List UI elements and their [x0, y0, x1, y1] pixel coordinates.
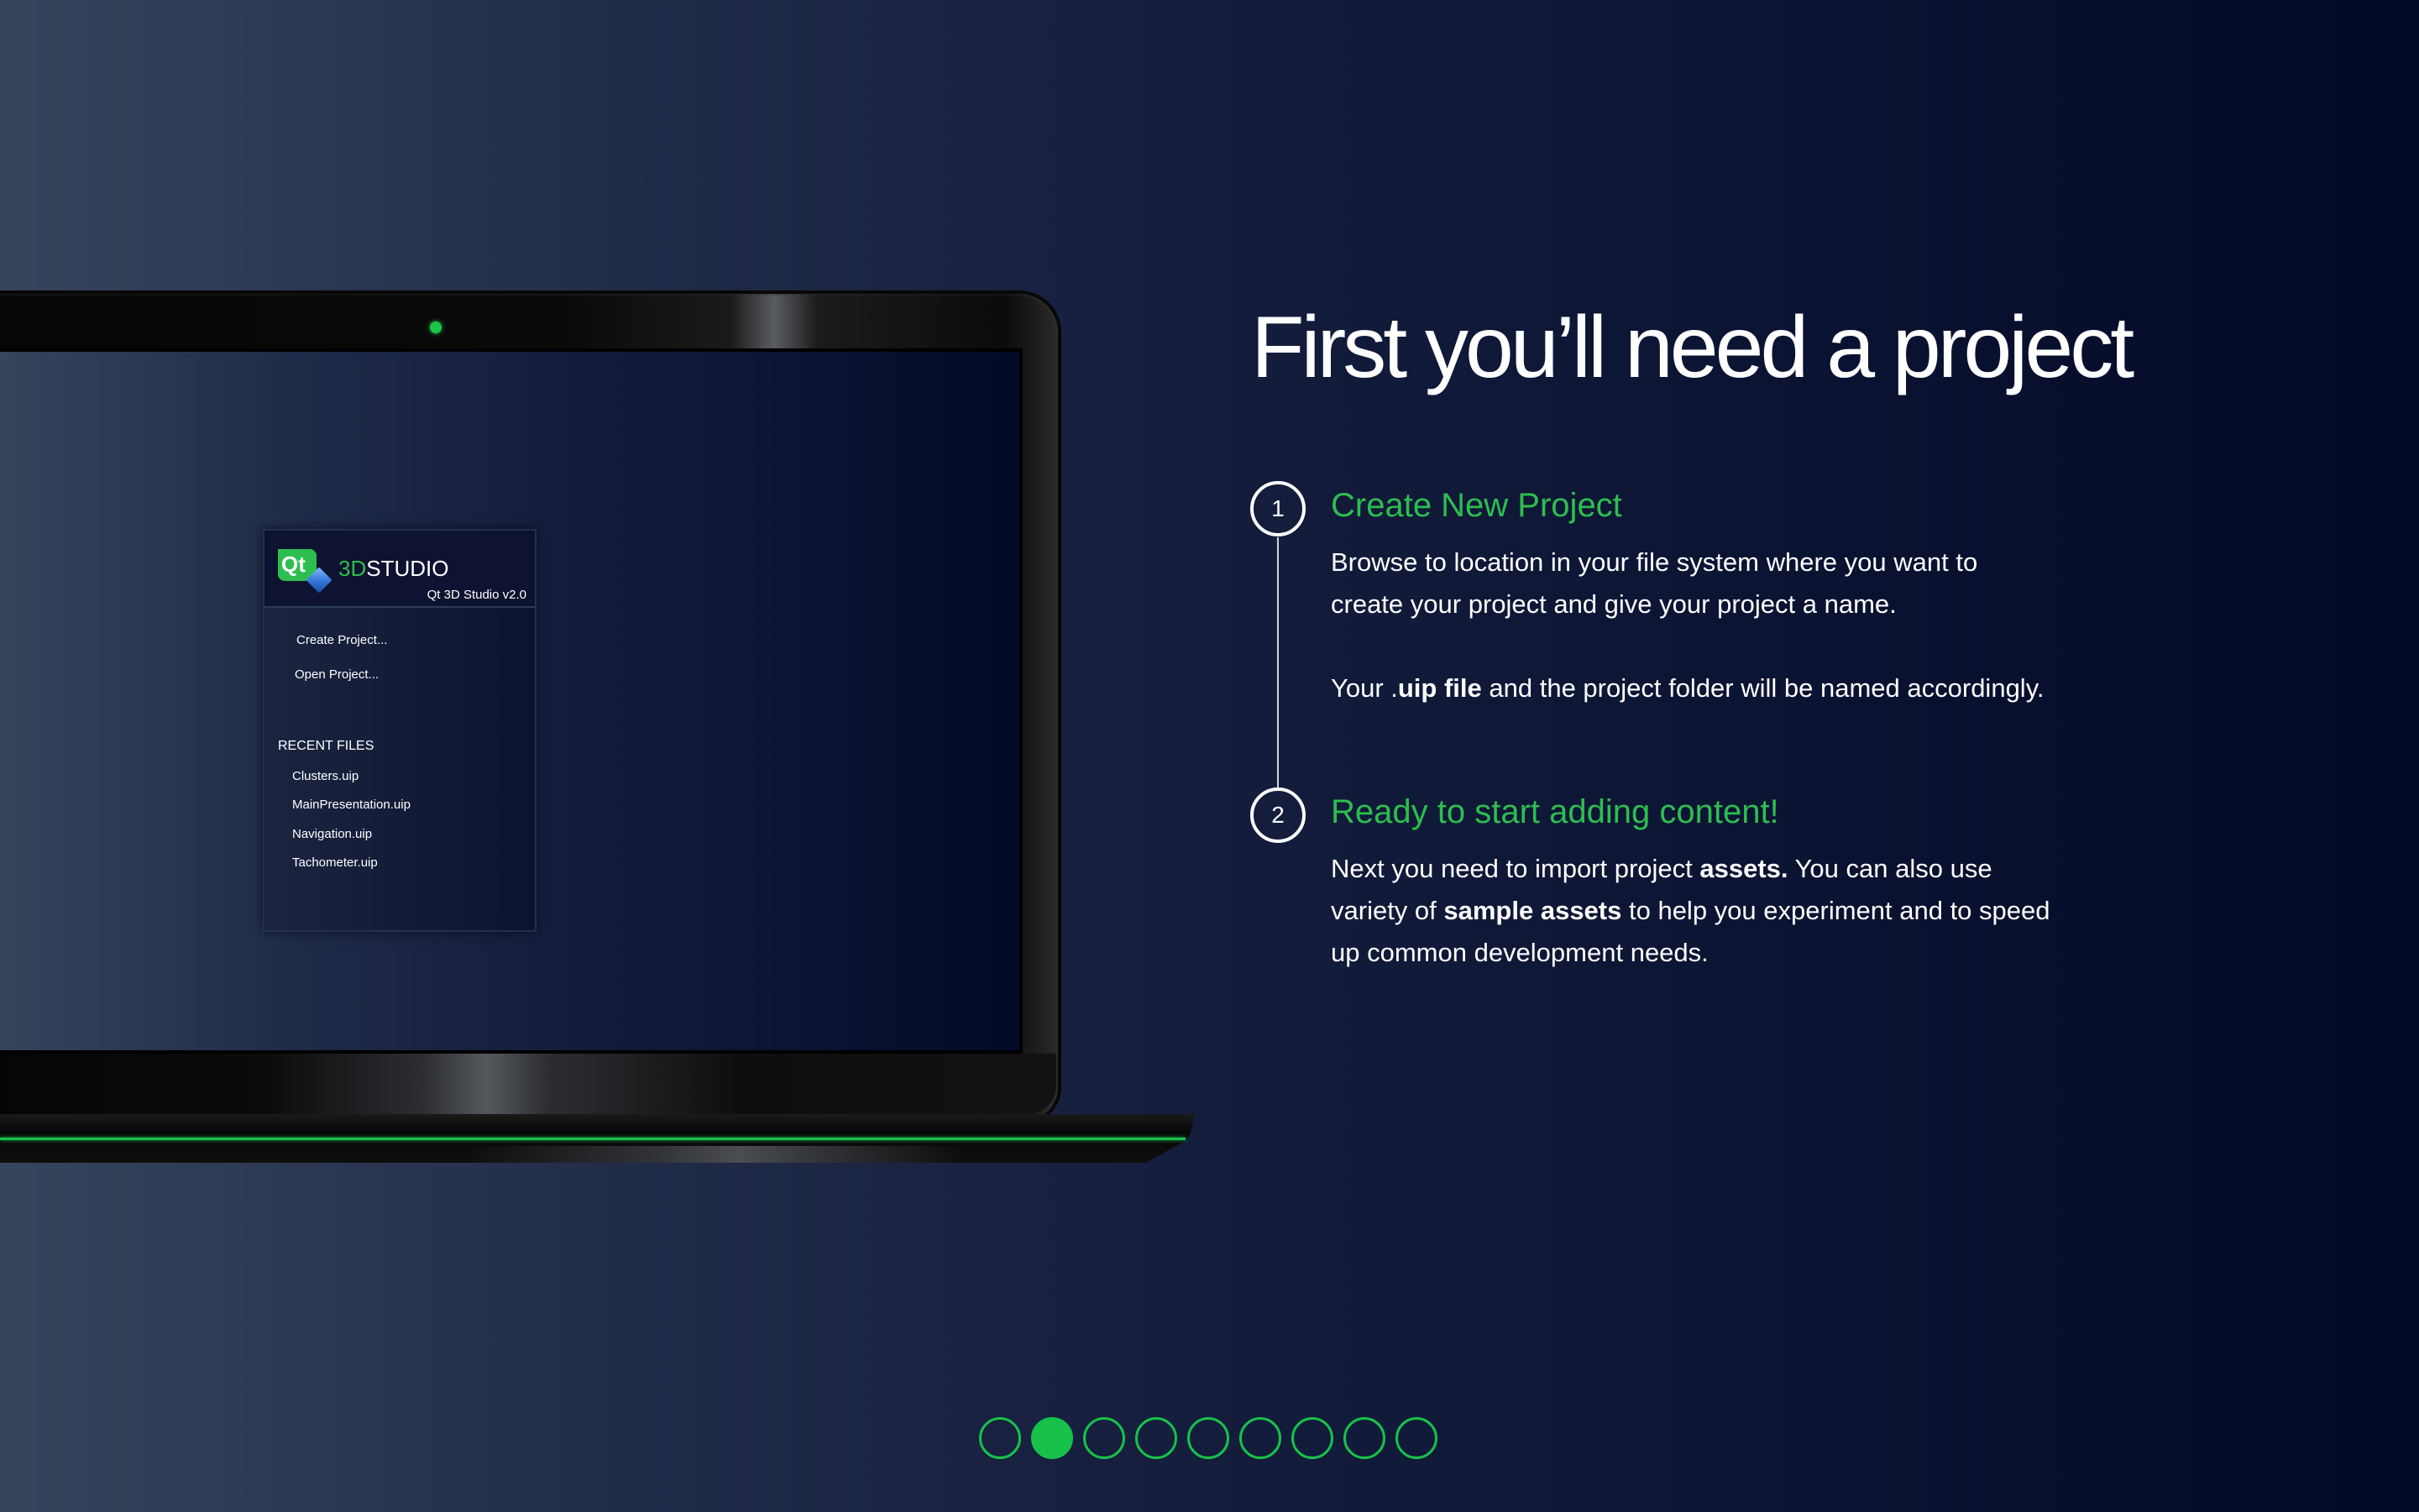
step-description-text: You can also use [1788, 854, 1992, 883]
studio-name: 3DSTUDIO [338, 556, 448, 582]
page-dot[interactable] [1239, 1417, 1281, 1459]
step-title: Create New Project [1331, 487, 1622, 524]
page-dot[interactable] [1291, 1417, 1333, 1459]
page-dot[interactable] [979, 1417, 1021, 1459]
page-dot[interactable] [1135, 1417, 1177, 1459]
step-connector-line [1277, 537, 1279, 789]
step-description: Browse to location in your file system w… [1331, 541, 2087, 625]
recent-file-item[interactable]: Navigation.uip [292, 827, 372, 841]
studio-name-prefix: 3D [338, 556, 367, 581]
recent-file-item[interactable]: Clusters.uip [292, 769, 359, 783]
page-dot[interactable] [1187, 1417, 1229, 1459]
step-description-bold: uip file [1397, 673, 1482, 703]
step-description-text: and the project folder will be named acc… [1481, 673, 2045, 703]
welcome-dialog-header: Qt 3DSTUDIO Qt 3D Studio v2.0 [264, 531, 535, 608]
studio-version: Qt 3D Studio v2.0 [427, 588, 526, 602]
page-dot[interactable] [1395, 1417, 1437, 1459]
page-indicator [979, 1417, 1437, 1459]
step-description-text: Your . [1331, 673, 1398, 703]
step-description-line: create your project and give your projec… [1331, 589, 1897, 619]
step-description-bold: sample assets [1443, 896, 1622, 925]
step-description-text: Next you need to import project [1331, 854, 1700, 883]
page-dot-active[interactable] [1031, 1417, 1073, 1459]
step-number-badge: 1 [1250, 481, 1306, 536]
step-title: Ready to start adding content! [1331, 793, 1779, 830]
open-project-link[interactable]: Open Project... [295, 667, 379, 682]
studio-name-suffix: STUDIO [366, 556, 449, 581]
laptop-camera-light [430, 322, 442, 333]
step-description-line: variety of sample assets to help you exp… [1331, 890, 2087, 932]
step-description-line: up common development needs. [1331, 938, 1709, 967]
recent-file-item[interactable]: MainPresentation.uip [292, 798, 411, 812]
step-description-bold: assets. [1699, 854, 1788, 883]
recent-files-heading: RECENT FILES [278, 739, 374, 753]
laptop-base-shine [462, 1146, 966, 1163]
create-project-link[interactable]: Create Project... [296, 633, 387, 647]
welcome-dialog: Qt 3DSTUDIO Qt 3D Studio v2.0 Create Pro… [263, 529, 537, 932]
recent-file-item[interactable]: Tachometer.uip [292, 855, 378, 870]
step-description-text: to help you experiment and to speed [1621, 896, 2050, 925]
laptop-bezel [0, 1054, 1056, 1114]
page-dot[interactable] [1343, 1417, 1385, 1459]
laptop-base-edge [0, 1138, 1186, 1140]
page-title: First you’ll need a project [1251, 299, 2134, 396]
step-description-text: variety of [1331, 896, 1444, 925]
page-dot[interactable] [1083, 1417, 1125, 1459]
step-description: Next you need to import project assets. … [1331, 848, 2087, 974]
step-description-line: Next you need to import project assets. … [1331, 848, 2087, 890]
step-description: Your .uip file and the project folder wi… [1331, 667, 2087, 709]
step-description-line: Browse to location in your file system w… [1331, 547, 1978, 577]
step-number-badge: 2 [1250, 787, 1306, 843]
